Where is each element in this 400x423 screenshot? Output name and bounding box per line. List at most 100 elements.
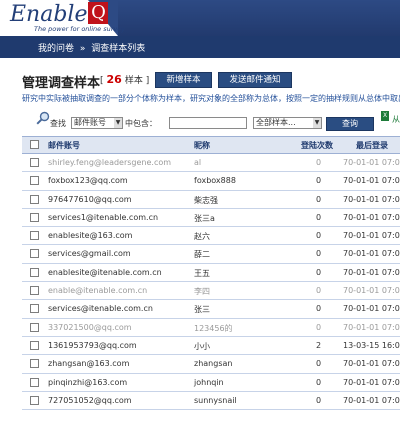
row-nickname: johnqin xyxy=(194,377,224,387)
row-last-login: 70-01-01 07:01 xyxy=(343,249,400,259)
row-checkbox[interactable] xyxy=(30,377,39,387)
row-email[interactable]: enablesite@itenable.com.cn xyxy=(48,268,162,277)
row-login-count: 0 xyxy=(316,395,322,405)
row-nickname: sunnysnail xyxy=(194,395,237,405)
row-email[interactable]: 1361953793@qq.com xyxy=(48,341,137,350)
row-nickname: foxbox888 xyxy=(194,176,236,186)
row-login-count: 0 xyxy=(316,377,322,387)
row-nickname: 王五 xyxy=(194,268,210,278)
breadcrumb-home-link[interactable]: 我的问卷 xyxy=(38,44,74,54)
row-checkbox[interactable] xyxy=(30,304,39,314)
search-field-select[interactable]: 邮件账号 ▼ xyxy=(71,117,123,129)
table-row[interactable]: enablesite@itenable.com.cn 王五 0 70-01-01 07… xyxy=(22,264,400,283)
export-link[interactable]: 从 xyxy=(392,114,400,125)
row-email[interactable]: pinqinzhi@163.com xyxy=(48,378,127,387)
row-login-count: 0 xyxy=(316,267,322,277)
search-keyword-input[interactable] xyxy=(169,117,247,129)
row-email[interactable]: services@gmail.com xyxy=(48,249,131,258)
row-nickname: 薛二 xyxy=(194,250,210,260)
row-email[interactable]: services1@itenable.com.cn xyxy=(48,213,158,222)
query-button[interactable]: 查询 xyxy=(326,117,374,131)
row-checkbox[interactable] xyxy=(30,340,39,350)
search-bar: 查找 邮件账号 ▼ 中包含： 全部样本... ▼ 查询 X 从 xyxy=(0,108,400,136)
search-field-value: 邮件账号 xyxy=(74,118,106,127)
row-last-login: 70-01-01 07:01 xyxy=(343,359,400,369)
sample-count: [26 样本 ] xyxy=(100,73,149,86)
row-checkbox[interactable] xyxy=(30,194,39,204)
table-row[interactable]: enablesite@163.com 赵六 0 70-01-01 07:01 xyxy=(22,227,400,246)
row-email[interactable]: enablesite@163.com xyxy=(48,231,132,240)
row-email[interactable]: zhangsan@163.com xyxy=(48,359,129,368)
table-row[interactable]: enable@itenable.com.cn 李四 0 70-01-01 07:01 xyxy=(22,282,400,301)
count-open-bracket: [ xyxy=(100,76,104,86)
row-checkbox[interactable] xyxy=(30,395,39,405)
search-icon xyxy=(36,111,50,128)
app-logo[interactable]: Enable Q xyxy=(10,2,109,27)
header-email[interactable]: 邮件账号 xyxy=(48,140,80,151)
nav-bar: 我的问卷 » 调查样本列表 xyxy=(0,36,400,58)
row-login-count: 0 xyxy=(316,194,322,204)
row-last-login: 70-01-01 07:01 xyxy=(343,322,400,332)
row-last-login: 13-03-15 16:03 xyxy=(343,340,400,350)
table-row[interactable]: services@itenable.com.cn 张三 0 70-01-01 07:0… xyxy=(22,300,400,319)
table-row[interactable]: 727051052@qq.com sunnysnail 0 70-01-01 07:0… xyxy=(22,392,400,411)
row-last-login: 70-01-01 07:01 xyxy=(343,158,400,167)
row-checkbox[interactable] xyxy=(30,322,39,332)
breadcrumb-separator: » xyxy=(79,44,86,54)
row-login-count: 0 xyxy=(316,322,322,332)
row-login-count: 0 xyxy=(316,231,322,241)
table-row[interactable]: 976477610@qq.com 柴志强 0 70-01-01 07:01 xyxy=(22,191,400,209)
table-row[interactable]: 1361953793@qq.com 小小 2 13-03-15 16:03 xyxy=(22,337,400,356)
row-last-login: 70-01-01 07:01 xyxy=(343,212,400,222)
table-row[interactable]: shirley.feng@leadersgene.com al 0 70-01-01 … xyxy=(22,154,400,173)
header-banner xyxy=(88,0,400,36)
search-label: 查找 xyxy=(50,119,66,128)
row-checkbox[interactable] xyxy=(30,359,39,369)
row-login-count: 0 xyxy=(316,359,322,369)
row-email[interactable]: 337021500@qq.com xyxy=(48,323,132,332)
new-sample-button[interactable]: 新增样本 xyxy=(155,72,212,88)
row-checkbox[interactable] xyxy=(30,267,39,277)
header-nickname[interactable]: 昵称 xyxy=(194,140,210,151)
row-last-login: 70-01-01 07:01 xyxy=(343,377,400,387)
sample-scope-select[interactable]: 全部样本... ▼ xyxy=(253,117,322,129)
table-row[interactable]: services@gmail.com 薛二 0 70-01-01 07:01 xyxy=(22,245,400,264)
row-last-login: 70-01-01 07:01 xyxy=(343,194,400,204)
row-email[interactable]: 976477610@qq.com xyxy=(48,195,132,204)
send-email-notice-button[interactable]: 发送邮件通知 xyxy=(218,72,292,88)
header-last-login[interactable]: 最后登录 xyxy=(356,140,388,151)
logo-tagline: The power for online survey xyxy=(34,25,126,33)
sample-table: 邮件账号 昵称 登陆次数 最后登录 shirley.feng@leadersge… xyxy=(22,136,400,411)
row-login-count: 0 xyxy=(316,176,322,186)
logo-text: Enable xyxy=(10,2,88,27)
row-email[interactable]: foxbox123@qq.com xyxy=(48,176,128,185)
row-nickname: 张三a xyxy=(194,213,215,223)
count-close-bracket: ] xyxy=(145,76,150,86)
row-nickname: 赵六 xyxy=(194,232,210,242)
table-row[interactable]: foxbox123@qq.com foxbox888 0 70-01-01 07:01 xyxy=(22,172,400,191)
excel-icon[interactable]: X xyxy=(381,111,389,121)
row-checkbox[interactable] xyxy=(30,286,39,296)
header-logins[interactable]: 登陆次数 xyxy=(301,140,333,151)
row-email[interactable]: shirley.feng@leadersgene.com xyxy=(48,158,171,167)
row-last-login: 70-01-01 07:01 xyxy=(343,395,400,405)
table-row[interactable]: pinqinzhi@163.com johnqin 0 70-01-01 07:01 xyxy=(22,374,400,392)
row-email[interactable]: enable@itenable.com.cn xyxy=(48,286,147,295)
row-checkbox[interactable] xyxy=(30,249,39,259)
row-nickname: 123456的 xyxy=(194,323,233,333)
contains-label: 中包含： xyxy=(125,119,157,128)
row-checkbox[interactable] xyxy=(30,212,39,222)
row-last-login: 70-01-01 07:01 xyxy=(343,286,400,296)
row-checkbox[interactable] xyxy=(30,158,39,167)
table-row[interactable]: 337021500@qq.com 123456的 0 70-01-01 07:01 xyxy=(22,319,400,337)
row-checkbox[interactable] xyxy=(30,231,39,241)
table-row[interactable]: services1@itenable.com.cn 张三a 0 70-01-01 07… xyxy=(22,209,400,228)
row-checkbox[interactable] xyxy=(30,176,39,186)
row-login-count: 0 xyxy=(316,304,322,314)
row-nickname: 李四 xyxy=(194,287,210,297)
row-login-count: 2 xyxy=(316,340,322,350)
select-all-checkbox[interactable] xyxy=(30,140,39,149)
row-email[interactable]: 727051052@qq.com xyxy=(48,396,132,405)
row-email[interactable]: services@itenable.com.cn xyxy=(48,304,153,313)
table-row[interactable]: zhangsan@163.com zhangsan 0 70-01-01 07:01 xyxy=(22,355,400,374)
